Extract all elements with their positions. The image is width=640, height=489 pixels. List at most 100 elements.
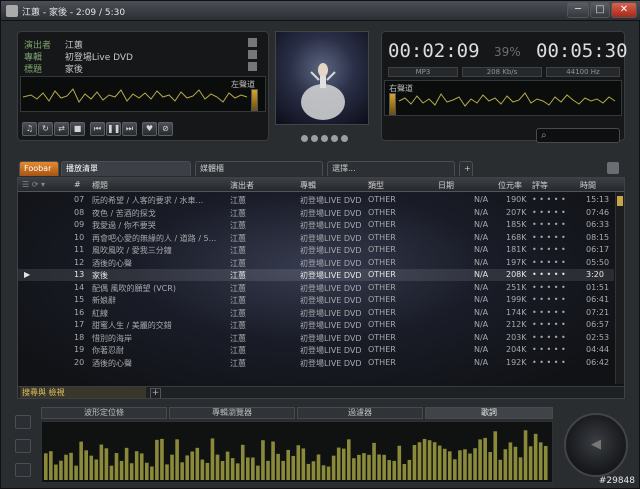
- table-row[interactable]: 12 酒後的心聲 江蕙 初登場LIVE DVD OTHER N/A 197K • • • • …: [18, 257, 614, 269]
- block-icon[interactable]: ⊘: [158, 122, 173, 136]
- search-input[interactable]: ⌕: [536, 128, 620, 143]
- col-title[interactable]: 標題: [92, 180, 108, 191]
- spectrum-bar: [49, 451, 53, 480]
- cell-date: N/A: [474, 295, 489, 304]
- tab-filter[interactable]: 過濾器: [297, 407, 423, 419]
- cell-date: N/A: [474, 245, 489, 254]
- col-artist[interactable]: 演出者: [230, 180, 254, 191]
- cell-num: 16: [74, 307, 85, 317]
- cell-rating: • • • • •: [532, 332, 566, 342]
- cell-rating: • • • • •: [532, 207, 566, 217]
- wrench-icon[interactable]: [607, 162, 619, 174]
- window-title: 江蕙 - 家後 - 2:09 / 5:30: [22, 8, 126, 18]
- col-time[interactable]: 時間: [580, 180, 596, 191]
- table-row[interactable]: 18 惜別的海岸 江蕙 初登場LIVE DVD OTHER N/A 203K • • • • …: [18, 332, 614, 344]
- now-playing-icon: ▶: [24, 270, 31, 279]
- pause-icon[interactable]: ❚❚: [106, 122, 121, 136]
- table-row[interactable]: 10 再會吧心愛的無緣的人 / 道路 / 5... 江蕙 初登場LIVE DVD OTH…: [18, 232, 614, 244]
- spectrum-bar: [503, 449, 508, 480]
- album-art-pager[interactable]: [301, 135, 351, 145]
- stop-icon[interactable]: ■: [70, 122, 85, 136]
- cell-bitrate: 181K: [506, 245, 527, 254]
- spectrum-bar: [296, 445, 301, 480]
- col-date[interactable]: 日期: [438, 180, 454, 191]
- repeat-icon[interactable]: ↻: [38, 122, 53, 136]
- spectrum-bar: [256, 465, 260, 480]
- table-row[interactable]: ▶ 13 家後 江蕙 初登場LIVE DVD OTHER N/A 208K • • • • • 3…: [18, 269, 614, 281]
- music-icon[interactable]: ♫: [22, 122, 37, 136]
- cell-artist: 江蕙: [230, 321, 246, 330]
- table-row[interactable]: 20 酒後的心聲 江蕙 初登場LIVE DVD OTHER N/A 192K • • • • …: [18, 357, 614, 369]
- spectrum-bar: [150, 466, 154, 480]
- spectrum-bar: [261, 440, 265, 480]
- spectrum-bar: [437, 445, 442, 480]
- spectrum-bar: [422, 438, 427, 480]
- prev-icon[interactable]: ⏮: [90, 122, 105, 136]
- cell-title: 紅線: [92, 308, 108, 318]
- table-row[interactable]: 19 你著忍耐 江蕙 初登場LIVE DVD OTHER N/A 204K • • • • •…: [18, 344, 614, 356]
- cell-bitrate: 208K: [506, 270, 527, 279]
- title-row: 標題 家後: [24, 62, 83, 75]
- table-row[interactable]: 09 我愛過 / 你不要哭 江蕙 初登場LIVE DVD OTHER N/A 185K • •…: [18, 219, 614, 231]
- shuffle-icon[interactable]: ⇄: [54, 122, 69, 136]
- side-button-3[interactable]: [15, 463, 31, 477]
- cell-title: 惜別的海岸: [92, 333, 132, 343]
- header-controls[interactable]: ☰ ⟳ ▾: [22, 180, 62, 189]
- spectrum-bar: [427, 440, 432, 480]
- title-bar[interactable]: 江蕙 - 家後 - 2:09 / 5:30 ─ □ ✕: [1, 1, 640, 21]
- spectrum-bar: [139, 453, 144, 480]
- col-bitrate[interactable]: 位元率: [498, 180, 522, 191]
- table-row[interactable]: 14 配偶 風吹的願望 (VCR) 江蕙 初登場LIVE DVD OTHER N/A 251…: [18, 282, 614, 294]
- next-icon[interactable]: ⏭: [122, 122, 137, 136]
- table-row[interactable]: 07 阮的希望 / 人客的要求 / 水車... 江蕙 初登場LIVE DVD OTHER…: [18, 194, 614, 206]
- cell-artist: 江蕙: [230, 246, 246, 255]
- table-row[interactable]: 11 風吹風吹 / 愛我三分鐘 江蕙 初登場LIVE DVD OTHER N/A 181K •…: [18, 244, 614, 256]
- cell-time: 06:17: [586, 245, 610, 254]
- tab-waveform-seekbar[interactable]: 波形定位條: [41, 407, 167, 419]
- close-button[interactable]: ✕: [611, 2, 637, 18]
- search-icon: ⌕: [541, 130, 547, 141]
- tab-foobar[interactable]: Foobar: [19, 161, 59, 176]
- table-row[interactable]: 08 夜色 / 苦酒的探戈 江蕙 初登場LIVE DVD OTHER N/A 207K • •…: [18, 207, 614, 219]
- add-tab-button[interactable]: +: [459, 161, 473, 176]
- cell-album: 初登場LIVE DVD: [300, 333, 362, 343]
- maximize-button[interactable]: □: [590, 2, 610, 18]
- cell-date: N/A: [474, 307, 489, 317]
- heart-icon[interactable]: ♥: [142, 122, 157, 136]
- add-view-button[interactable]: +: [150, 388, 161, 398]
- tab-lyrics[interactable]: 歌詞: [425, 407, 553, 419]
- col-num[interactable]: #: [74, 180, 81, 189]
- side-button-2[interactable]: [15, 439, 31, 453]
- time-panel: 00:02:09 39% 00:05:30 MP3 208 Kb/s 44100…: [381, 31, 628, 143]
- table-row[interactable]: 16 紅線 江蕙 初登場LIVE DVD OTHER N/A 174K • • • • • 07…: [18, 307, 614, 319]
- side-button-1[interactable]: [15, 415, 31, 429]
- cell-num: 12: [74, 257, 85, 267]
- cell-artist: 江蕙: [230, 358, 246, 368]
- table-row[interactable]: 15 新娘辭 江蕙 初登場LIVE DVD OTHER N/A 199K • • • • • 0…: [18, 294, 614, 306]
- spectrum-bar: [251, 457, 255, 480]
- tab-media[interactable]: 媒體櫃: [195, 161, 323, 176]
- edit-icon[interactable]: [248, 38, 257, 47]
- edit-icon[interactable]: [248, 50, 257, 59]
- col-rating[interactable]: 評等: [532, 180, 548, 191]
- spectrum-bar: [129, 463, 134, 480]
- scroll-thumb[interactable]: [617, 196, 623, 206]
- cell-date: N/A: [474, 220, 489, 229]
- tab-album-browser[interactable]: 專輯瀏覽器: [169, 407, 295, 419]
- tab-search-view[interactable]: 搜尋與 檢視: [20, 387, 146, 398]
- tab-selection[interactable]: 選擇...: [327, 161, 455, 176]
- tab-bar: Foobar 播放清單 媒體櫃 選擇... +: [19, 161, 623, 177]
- cell-time: 08:15: [586, 232, 610, 242]
- minimize-button[interactable]: ─: [567, 2, 589, 18]
- cell-album: 初登場LIVE DVD: [300, 196, 362, 205]
- cell-artist: 江蕙: [230, 208, 246, 218]
- cell-album: 初登場LIVE DVD: [300, 208, 362, 218]
- col-genre[interactable]: 類型: [368, 180, 384, 191]
- tab-playlist[interactable]: 播放清單: [61, 161, 191, 176]
- cell-rating: • • • • •: [532, 345, 566, 354]
- col-album[interactable]: 專輯: [300, 180, 316, 191]
- playlist-scrollbar[interactable]: [615, 192, 624, 384]
- edit-icon[interactable]: [248, 62, 257, 71]
- table-row[interactable]: 17 甜蜜人生 / 美麗的交錯 江蕙 初登場LIVE DVD OTHER N/A 212K •…: [18, 319, 614, 331]
- volume-knob[interactable]: ◀: [564, 413, 628, 477]
